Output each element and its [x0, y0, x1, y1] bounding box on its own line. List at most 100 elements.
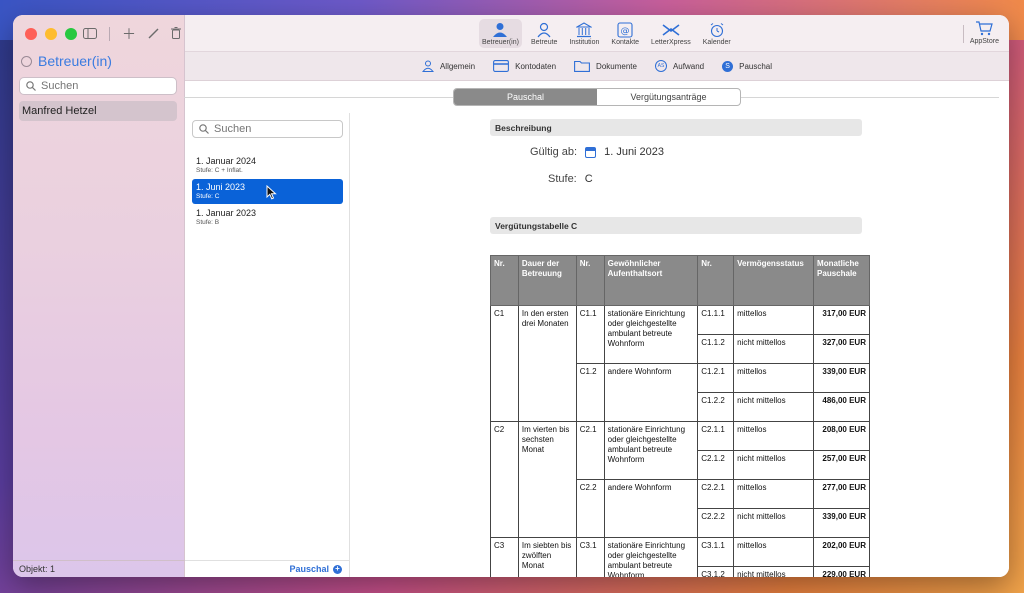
- gueltig-ab-value[interactable]: 1. Juni 2023: [604, 146, 664, 158]
- dauer-cell: In den ersten drei Monaten: [517, 305, 577, 422]
- status-cell: nicht mittellos: [733, 392, 815, 422]
- toolbar-items: Betreuer(in) Betreute Institution @ Kont…: [479, 19, 734, 48]
- toolbar-item-label: Betreuer(in): [482, 39, 519, 46]
- amount-cell: 327,00 EUR: [813, 334, 870, 364]
- stufe-value: C: [584, 173, 593, 185]
- column-header: Nr.: [575, 255, 605, 306]
- ort-cell: andere Wohnform: [603, 479, 699, 538]
- toolbar-appstore[interactable]: AppStore: [970, 20, 999, 45]
- row-nr-cell: C3.1.2: [697, 566, 735, 577]
- segment-pauschal[interactable]: Pauschal: [454, 89, 597, 105]
- toolbar-item-label: Betreute: [530, 39, 558, 46]
- pauschal-list: 1. Januar 2024 Stufe: C + Inflat. 1. Jun…: [185, 113, 350, 577]
- status-cell: mittellos: [733, 363, 815, 393]
- tab-allgemein[interactable]: Allgemein: [421, 60, 476, 72]
- edit-pencil-icon[interactable]: [148, 26, 159, 42]
- tab-label: Allgemein: [439, 61, 476, 71]
- sidebar-toggle-icon[interactable]: [83, 26, 97, 42]
- toolbar-betreute[interactable]: Betreute: [528, 19, 560, 48]
- row-nr-cell: C1.2.2: [697, 392, 735, 422]
- beschreibung-header: Beschreibung: [490, 119, 862, 136]
- column-header: Nr.: [490, 255, 519, 306]
- main-toolbar: Betreuer(in) Betreute Institution @ Kont…: [185, 15, 1009, 52]
- sidebar-title-label: Betreuer(in): [38, 53, 112, 69]
- amount-cell: 277,00 EUR: [813, 479, 870, 509]
- toolbar-institution[interactable]: Institution: [566, 19, 602, 48]
- close-window-button[interactable]: [25, 28, 37, 40]
- sidebar-item-label: Manfred Hetzel: [22, 105, 97, 117]
- appstore-label: AppStore: [969, 38, 999, 45]
- list-item[interactable]: 1. Januar 2023 Stufe: B: [192, 205, 343, 230]
- sidebar-search-input[interactable]: [41, 80, 161, 92]
- search-icon: [26, 81, 36, 91]
- tab-pauschal[interactable]: S Pauschal: [722, 60, 773, 72]
- amount-cell: 486,00 EUR: [813, 392, 870, 422]
- tab-label: Pauschal: [739, 61, 773, 71]
- person-icon: [421, 60, 434, 72]
- window-controls: [25, 28, 77, 40]
- list-search[interactable]: [192, 120, 343, 138]
- sidebar-footer: Objekt: 1: [13, 560, 185, 577]
- person-pair-icon: [489, 21, 511, 39]
- list-item-subtitle: Stufe: B: [196, 219, 220, 226]
- sub-nr-cell: C1.2: [575, 363, 605, 422]
- table-row: C3 Im siebten bis zwölften Monat C3.1 st…: [490, 537, 870, 577]
- row-nr-cell: C2.1.2: [697, 450, 735, 480]
- minimize-window-button[interactable]: [45, 28, 57, 40]
- ort-cell: andere Wohnform: [603, 363, 699, 422]
- zoom-window-button[interactable]: [65, 28, 77, 40]
- row-nr-cell: C2.2.1: [697, 479, 735, 509]
- column-header: Monatliche Pauschale: [813, 255, 870, 306]
- row-nr-cell: C2.1.1: [697, 421, 735, 451]
- list-item[interactable]: 1. Januar 2024 Stufe: C + Inflat.: [192, 153, 343, 178]
- row-nr-cell: C1.2.1: [697, 363, 735, 393]
- add-pauschal-button[interactable]: Pauschal +: [185, 560, 350, 577]
- toolbar-letterxpress[interactable]: LetterXpress: [648, 19, 694, 48]
- filter-icon[interactable]: [21, 55, 32, 67]
- detail-pane: Beschreibung Gültig ab: 1. Juni 2023 Stu…: [350, 113, 1009, 577]
- list-search-input[interactable]: [214, 123, 324, 135]
- list-item-title: 1. Januar 2023: [196, 208, 257, 218]
- stufe-field: Stufe: C: [548, 173, 593, 185]
- row-nr-cell: C2.2.2: [697, 508, 735, 538]
- row-nr-cell: C3.1.1: [697, 537, 735, 567]
- search-icon: [199, 124, 209, 134]
- amount-cell: 339,00 EUR: [813, 508, 870, 538]
- gueltig-ab-field: Gültig ab: 1. Juni 2023: [530, 146, 664, 158]
- toolbar-kalender[interactable]: Kalender: [700, 19, 734, 48]
- table-row: C2 Im vierten bis sechsten Monat C2.1 st…: [490, 421, 870, 538]
- toolbar-divider: [963, 25, 964, 43]
- table-header-row: Nr. Dauer der Betreuung Nr. Gewöhnlicher…: [490, 255, 870, 306]
- status-cell: nicht mittellos: [733, 334, 815, 364]
- sub-nr-cell: C1.1: [575, 305, 605, 364]
- list-item-subtitle: Stufe: C + Inflat.: [196, 167, 243, 174]
- sidebar-search[interactable]: [19, 77, 177, 95]
- toolbar-item-label: Kontakte: [611, 39, 640, 46]
- amount-cell: 208,00 EUR: [813, 421, 870, 451]
- tab-aufwand[interactable]: AS Aufwand: [654, 60, 705, 72]
- status-cell: mittellos: [733, 537, 815, 567]
- sidebar-item-betreuer[interactable]: Manfred Hetzel: [19, 101, 177, 121]
- section-header-label: Vergütungstabelle C: [495, 221, 578, 231]
- sidebar-title[interactable]: Betreuer(in): [21, 53, 112, 69]
- segment-verguetungsantraege[interactable]: Vergütungsanträge: [597, 89, 740, 105]
- trash-icon[interactable]: [171, 26, 181, 42]
- row-nr-cell: C1.1.2: [697, 334, 735, 364]
- list-item-title: 1. Januar 2024: [196, 156, 257, 166]
- calendar-icon[interactable]: [585, 146, 597, 158]
- verguetungstabelle-header: Vergütungstabelle C: [490, 217, 862, 234]
- row-nr-cell: C1.1.1: [697, 305, 735, 335]
- tab-label: Aufwand: [672, 61, 705, 71]
- tab-dokumente[interactable]: Dokumente: [574, 60, 637, 72]
- app-window: ＋ Betreuer(in) Manfred Hetzel Objekt: 1: [13, 15, 1009, 577]
- add-icon[interactable]: ＋: [122, 24, 136, 44]
- plus-circle-icon: +: [333, 564, 342, 574]
- sub-nr-cell: C2.1: [575, 421, 605, 480]
- section-header-label: Beschreibung: [495, 123, 552, 133]
- tab-kontodaten[interactable]: Kontodaten: [493, 60, 556, 72]
- column-header: Vermögensstatus: [733, 255, 815, 306]
- tab-label: Kontodaten: [515, 61, 557, 71]
- toolbar-kontakte[interactable]: @ Kontakte: [608, 19, 642, 48]
- group-nr-cell: C2: [490, 421, 519, 538]
- toolbar-betreuer[interactable]: Betreuer(in): [479, 19, 522, 48]
